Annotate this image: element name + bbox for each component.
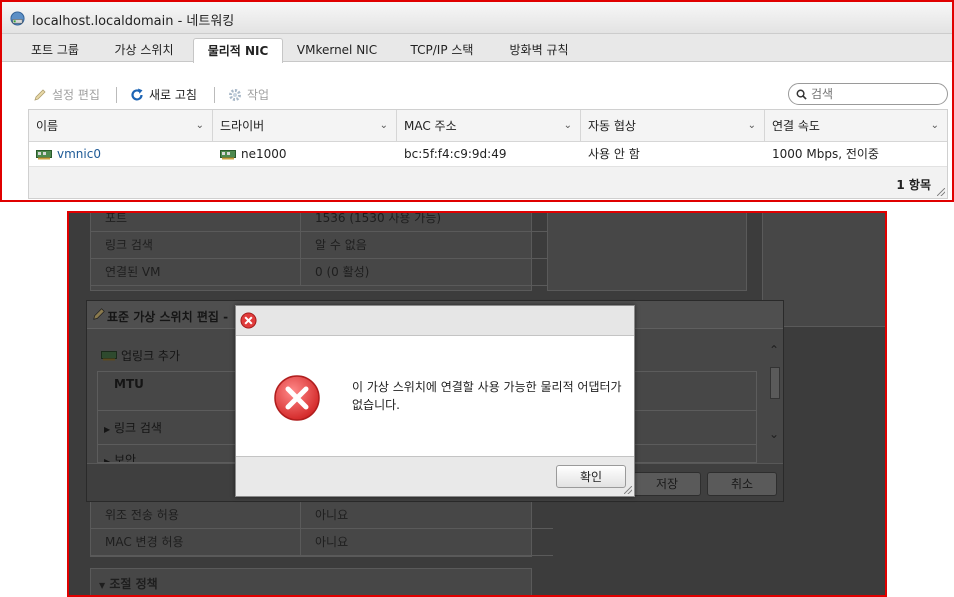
autoneg-cell: 사용 안 함 xyxy=(588,147,640,161)
ok-button[interactable]: 확인 xyxy=(556,465,626,488)
property-row: 링크 검색 알 수 없음 xyxy=(91,232,553,259)
dialog-title: 표준 가상 스위치 편집 - xyxy=(107,310,229,324)
physical-nic-table: 이름 ⌄ 드라이버 ⌄ MAC 주소 ⌄ 자동 협상 ⌄ 연결 속도 ⌄ vmnic0 xyxy=(28,109,948,199)
title-bar: localhost.localdomain - 네트워킹 xyxy=(2,2,952,34)
driver-cell: ne1000 xyxy=(213,142,397,167)
network-card-icon xyxy=(36,149,52,159)
tab-physical-nics[interactable]: 물리적 NIC xyxy=(193,38,283,63)
search-icon xyxy=(796,89,807,100)
error-screenshot-panel: 포트 1536 (1530 사용 가능) 링크 검색 알 수 없음 연결된 VM… xyxy=(67,211,887,597)
speed-cell: 1000 Mbps, 전이중 xyxy=(772,147,879,161)
chevron-up-icon[interactable]: ⌃ xyxy=(769,343,779,357)
edit-settings-label: 설정 편집 xyxy=(52,88,100,102)
property-row: 위조 전송 허용 아니요 xyxy=(91,502,553,529)
error-dialog-header xyxy=(236,306,634,336)
switch-properties-box: 포트 1536 (1530 사용 가능) 링크 검색 알 수 없음 연결된 VM… xyxy=(90,213,553,291)
pencil-icon xyxy=(34,89,46,101)
nic-name-cell[interactable]: vmnic0 xyxy=(29,142,213,167)
edit-settings-button[interactable]: 설정 편집 xyxy=(32,86,100,104)
column-header-speed[interactable]: 연결 속도 ⌄ xyxy=(765,110,947,142)
chevron-down-icon: ⌄ xyxy=(379,120,388,131)
dialog-scrollbar[interactable]: ⌃ ⌄ xyxy=(767,329,783,463)
toolbar-separator xyxy=(214,87,215,103)
chevron-down-icon: ⌄ xyxy=(747,120,756,131)
tab-virtual-switches[interactable]: 가상 스위치 xyxy=(100,38,188,62)
tab-tcpip-stacks[interactable]: TCP/IP 스택 xyxy=(394,38,490,62)
host-icon xyxy=(10,11,25,26)
refresh-label: 새로 고침 xyxy=(149,88,197,102)
add-uplink-button[interactable]: 업링크 추가 xyxy=(101,347,180,364)
tab-bar: 포트 그룹 가상 스위치 물리적 NIC VMkernel NIC TCP/IP… xyxy=(2,34,952,63)
search-input[interactable] xyxy=(811,86,941,102)
tab-vmkernel-nics[interactable]: VMkernel NIC xyxy=(289,38,385,62)
actions-button[interactable]: 작업 xyxy=(227,86,269,104)
background-panel xyxy=(547,213,747,291)
chevron-down-icon: ▼ xyxy=(99,581,106,590)
error-dialog: 이 가상 스위치에 연결할 사용 가능한 물리적 어댑터가 없습니다. 확인 xyxy=(235,305,635,497)
tab-firewall-rules[interactable]: 방화벽 규칙 xyxy=(496,38,582,62)
table-row[interactable]: vmnic0 ne1000 bc:5f:f4:c9:9d:49 사용 안 함 1… xyxy=(29,142,947,167)
property-row: 연결된 VM 0 (0 활성) xyxy=(91,259,553,286)
mac-cell: bc:5f:f4:c9:9d:49 xyxy=(404,147,507,161)
security-properties-box: 위조 전송 허용 아니요 MAC 변경 허용 아니요 xyxy=(90,501,553,557)
chevron-down-icon: ⌄ xyxy=(563,120,572,131)
section-header[interactable]: ▼ 조절 정책 xyxy=(99,575,158,592)
error-message: 이 가상 스위치에 연결할 사용 가능한 물리적 어댑터가 없습니다. xyxy=(352,380,622,412)
item-count: 1 항목 xyxy=(896,178,931,192)
window-title: localhost.localdomain - 네트워킹 xyxy=(32,14,235,29)
gear-icon xyxy=(229,89,241,101)
tab-port-groups[interactable]: 포트 그룹 xyxy=(16,38,94,62)
pencil-icon xyxy=(93,308,105,320)
error-icon xyxy=(240,312,257,329)
network-card-icon xyxy=(101,350,117,360)
network-card-icon xyxy=(220,149,236,159)
refresh-icon xyxy=(131,88,143,101)
toolbar: 설정 편집 새로 고침 작업 xyxy=(2,62,952,108)
refresh-button[interactable]: 새로 고침 xyxy=(129,86,197,104)
column-header-autoneg[interactable]: 자동 협상 ⌄ xyxy=(581,110,765,142)
resize-handle[interactable] xyxy=(624,486,632,494)
traffic-shaping-section: ▼ 조절 정책 xyxy=(90,568,532,595)
error-icon xyxy=(274,375,320,421)
column-header-driver[interactable]: 드라이버 ⌄ xyxy=(213,110,397,142)
table-header: 이름 ⌄ 드라이버 ⌄ MAC 주소 ⌄ 자동 협상 ⌄ 연결 속도 ⌄ xyxy=(29,110,947,142)
networking-panel: localhost.localdomain - 네트워킹 포트 그룹 가상 스위… xyxy=(0,0,954,202)
search-box[interactable] xyxy=(788,83,948,105)
scrollbar-thumb[interactable] xyxy=(770,367,780,399)
cancel-button[interactable]: 취소 xyxy=(707,472,777,496)
column-header-mac[interactable]: MAC 주소 ⌄ xyxy=(397,110,581,142)
error-dialog-footer: 확인 xyxy=(236,456,634,496)
actions-label: 작업 xyxy=(247,88,270,102)
resize-handle[interactable] xyxy=(937,188,945,196)
property-row: 포트 1536 (1530 사용 가능) xyxy=(91,213,553,232)
property-row: MAC 변경 허용 아니요 xyxy=(91,529,553,556)
error-dialog-body: 이 가상 스위치에 연결할 사용 가능한 물리적 어댑터가 없습니다. xyxy=(236,336,634,456)
chevron-right-icon: ▶ xyxy=(104,425,111,434)
save-button[interactable]: 저장 xyxy=(633,472,701,496)
chevron-down-icon: ⌄ xyxy=(930,120,939,131)
toolbar-separator xyxy=(116,87,117,103)
column-header-name[interactable]: 이름 ⌄ xyxy=(29,110,213,142)
chevron-down-icon[interactable]: ⌄ xyxy=(769,427,779,441)
chevron-down-icon: ⌄ xyxy=(195,120,204,131)
